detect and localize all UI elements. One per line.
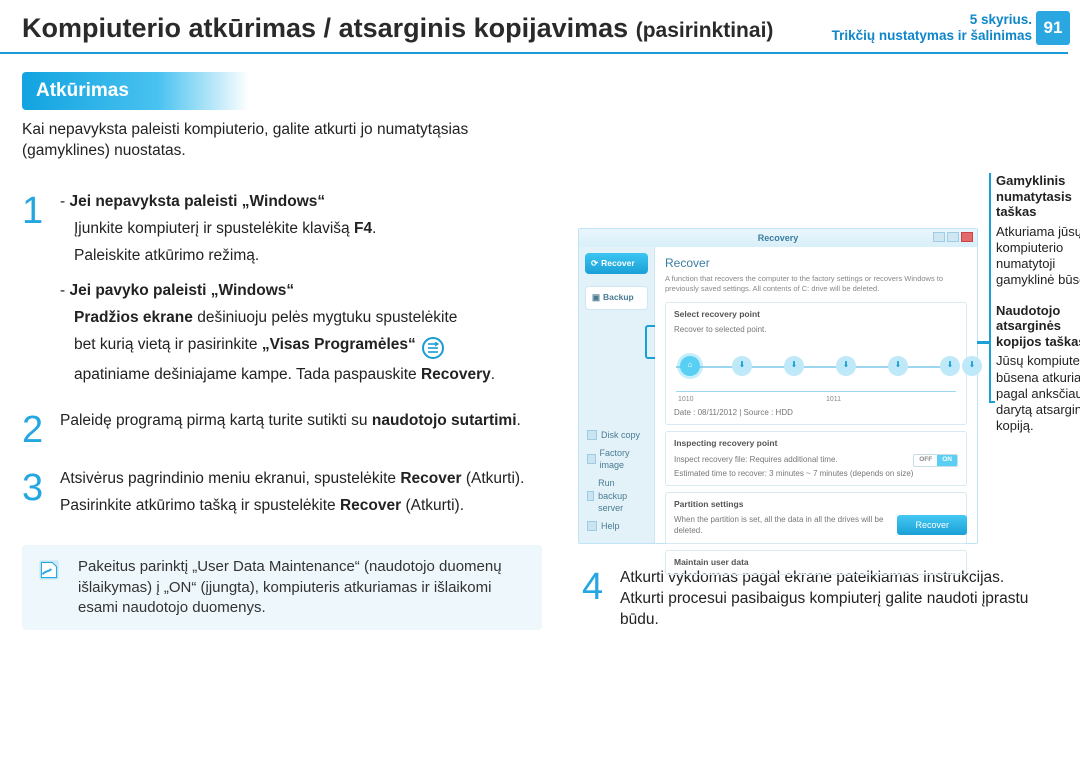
step-number: 1: [22, 192, 50, 392]
step1-bullet-b-line3: apatiniame dešiniajame kampe. Tada paspa…: [60, 365, 562, 386]
legend-user: Naudotojo atsarginės kopijos taškas Jūsų…: [996, 303, 1080, 435]
leader-line: [989, 342, 991, 402]
left-column: 1 Jei nepavyksta paleisti „Windows“ Įjun…: [22, 172, 562, 631]
timeline-node[interactable]: ⬇: [888, 356, 908, 376]
sidebar-link[interactable]: Help: [585, 517, 648, 535]
sidebar-bottom-links: Disk copy Factory image Run backup serve…: [579, 422, 654, 543]
title-main: Kompiuterio atkūrimas / atsarginis kopij…: [22, 13, 636, 43]
app-main-desc: A function that recovers the computer to…: [665, 274, 967, 294]
maximize-icon[interactable]: [947, 232, 959, 242]
step2-text: Paleidę programą pirmą kartą turite suti…: [60, 411, 562, 432]
timeline-factory-node[interactable]: ⌂: [680, 356, 700, 376]
help-icon: [587, 521, 597, 531]
step1-bullet-a-line1: Įjunkite kompiuterį ir spustelėkite klav…: [60, 219, 562, 240]
note-box: Pakeitus parinktį „User Data Maintenance…: [22, 545, 542, 630]
leader-line: [989, 173, 991, 343]
step-1: 1 Jei nepavyksta paleisti „Windows“ Įjun…: [22, 192, 562, 392]
sidebar-link[interactable]: Run backup server: [585, 474, 648, 516]
step1-bullet-b-line1: Pradžios ekrane dešiniuoju pelės mygtuku…: [60, 308, 562, 329]
step3-line1: Atsivėrus pagrindinio meniu ekranui, spu…: [60, 469, 562, 490]
chapter-line1: 5 skyrius.: [832, 12, 1032, 28]
panel-userdata: Maintain user data: [665, 550, 967, 575]
step1-bullet-b-head: Jei pavyko paleisti „Windows“: [60, 281, 562, 302]
toggle[interactable]: OFFON: [913, 454, 958, 467]
legend: Gamyklinis numatytasis taškas Atkuriama …: [996, 173, 1080, 449]
page-title: Kompiuterio atkūrimas / atsarginis kopij…: [22, 10, 773, 46]
timeline-node[interactable]: ⬇: [940, 356, 960, 376]
app-sidebar: ⟳ Recover ▣ Backup Disk copy Factory ima…: [579, 247, 655, 543]
leader-line: [989, 401, 995, 403]
step-number: 2: [22, 411, 50, 449]
disk-icon: [587, 430, 597, 440]
sidebar-item-backup[interactable]: ▣ Backup: [585, 286, 648, 309]
header-right: 5 skyrius. Trikčių nustatymas ir šalinim…: [832, 11, 1080, 45]
legend-factory: Gamyklinis numatytasis taškas Atkuriama …: [996, 173, 1080, 289]
note-text: Pakeitus parinktį „User Data Maintenance…: [78, 558, 502, 616]
sidebar-link[interactable]: Disk copy: [585, 426, 648, 444]
sidebar-link[interactable]: Factory image: [585, 444, 648, 474]
chapter-label: 5 skyrius. Trikčių nustatymas ir šalinim…: [832, 12, 1032, 44]
step-3: 3 Atsivėrus pagrindinio meniu ekranui, s…: [22, 469, 562, 523]
app-title: Recovery: [758, 232, 799, 244]
recovery-timeline[interactable]: ⌂ ⬇ ⬇ ⬇ ⬇ ⬇ ⬇ 1010 1011: [676, 342, 956, 392]
backup-icon: ▣: [592, 292, 600, 303]
recover-icon: ⟳: [591, 258, 598, 269]
step-number: 4: [582, 568, 610, 631]
sidebar-item-recover[interactable]: ⟳ Recover: [585, 253, 648, 274]
timeline-node[interactable]: ⬇: [836, 356, 856, 376]
image-icon: [587, 454, 596, 464]
step-number: 3: [22, 469, 50, 523]
step-4: 4 Atkurti vykdomas pagal ekrane pateikia…: [582, 568, 1062, 631]
chapter-line2: Trikčių nustatymas ir šalinimas: [832, 28, 1032, 44]
recovery-app-window: Recovery ⟳ Recover: [578, 228, 978, 544]
panel-select-point: Select recovery point Recover to selecte…: [665, 302, 967, 425]
title-sub: (pasirinktinai): [636, 19, 774, 42]
step-2: 2 Paleidę programą pirmą kartą turite su…: [22, 411, 562, 449]
timeline-node[interactable]: ⬇: [962, 356, 982, 376]
note-icon: [36, 557, 62, 583]
right-column: Gamyklinis numatytasis taškas Atkuriama …: [582, 172, 1062, 631]
server-icon: [587, 491, 594, 501]
panel-inspect: Inspecting recovery point Inspect recove…: [665, 431, 967, 486]
page-number-badge: 91: [1036, 11, 1070, 45]
close-icon[interactable]: [961, 232, 973, 242]
app-main-heading: Recover: [665, 255, 967, 271]
content: Atkūrimas Kai nepavyksta paleisti kompiu…: [0, 54, 1080, 630]
timeline-node[interactable]: ⬇: [784, 356, 804, 376]
app-titlebar: Recovery: [579, 229, 977, 247]
window-buttons: [933, 232, 973, 242]
minimize-icon[interactable]: [933, 232, 945, 242]
timeline-meta: Date : 08/11/2012 | Source : HDD: [674, 408, 958, 419]
recover-button[interactable]: Recover: [897, 515, 967, 535]
intro-text: Kai nepavyksta paleisti kompiuterio, gal…: [22, 120, 542, 162]
page-header: Kompiuterio atkūrimas / atsarginis kopij…: [0, 0, 1080, 52]
screenshot-wrap: Gamyklinis numatytasis taškas Atkuriama …: [582, 228, 1062, 544]
app-main: Recover A function that recovers the com…: [655, 247, 977, 543]
all-apps-icon: [422, 337, 444, 359]
timeline-node[interactable]: ⬇: [732, 356, 752, 376]
step1-bullet-a-line2: Paleiskite atkūrimo režimą.: [60, 246, 562, 267]
step1-bullet-a-head: Jei nepavyksta paleisti „Windows“: [60, 192, 562, 213]
step3-line2: Pasirinkite atkūrimo tašką ir spustelėki…: [60, 496, 562, 517]
section-heading: Atkūrimas: [22, 72, 249, 110]
step4-line2: Atkurti procesui pasibaigus kompiuterį g…: [620, 589, 1062, 631]
step1-bullet-b-line2: bet kurią vietą ir pasirinkite „Visas Pr…: [60, 335, 562, 359]
